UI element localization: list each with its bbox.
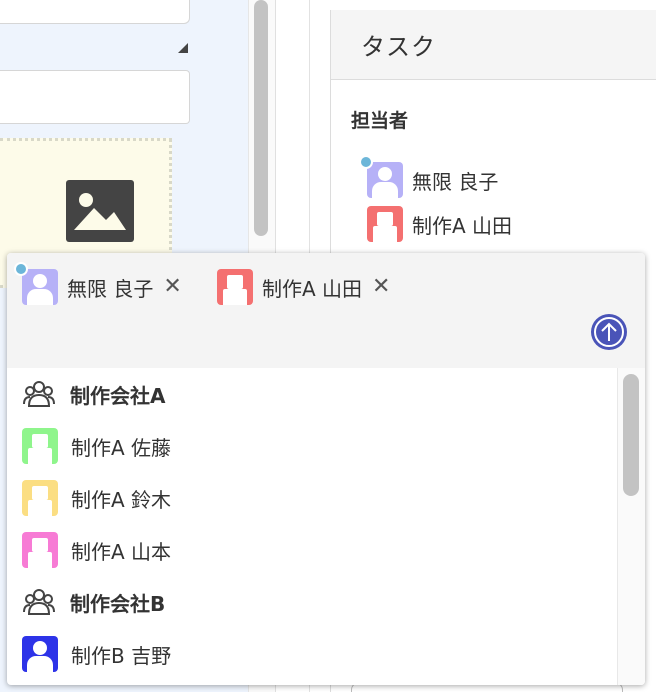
avatar (367, 206, 403, 242)
list-group-header[interactable]: 制作会社A (22, 374, 165, 414)
assignee-candidate-list: 制作会社A 制作A 佐藤 制作A 鈴木 制作A 山本 制作会社B 制作B 吉野 (7, 368, 617, 685)
group-name: 制作会社B (70, 591, 166, 616)
editor-scrollbar-thumb[interactable] (254, 0, 268, 236)
list-group-header[interactable]: 制作会社B (22, 582, 165, 622)
assignee-item[interactable]: 制作A 山田 (367, 206, 512, 242)
list-item[interactable]: 制作A 鈴木 (22, 478, 171, 518)
assignee-name: 無限 良子 (412, 169, 499, 194)
editor-input-box[interactable] (0, 70, 190, 124)
assignee-name: 制作A 山田 (412, 213, 513, 238)
editor-text-box[interactable] (0, 0, 190, 24)
avatar (217, 269, 253, 305)
assignee-label: 担当者 (351, 110, 409, 132)
avatar (22, 269, 58, 305)
avatar (367, 162, 403, 198)
user-name: 制作A 佐藤 (71, 435, 172, 460)
assignee-picker-popup: 無限 良子 ✕ 制作A 山田 ✕ 制作会社A 制作A 佐藤 制作A 鈴木 制作A… (7, 253, 645, 685)
group-icon (23, 381, 55, 407)
avatar (22, 428, 58, 464)
user-name: 制作A 山本 (71, 539, 172, 564)
selected-chip: 無限 良子 ✕ (14, 262, 182, 305)
picker-scrollbar-thumb[interactable] (623, 374, 639, 496)
selected-assignees-area[interactable]: 無限 良子 ✕ 制作A 山田 ✕ (7, 253, 645, 368)
submit-assignees-button[interactable] (591, 314, 627, 350)
list-item[interactable]: 制作A 佐藤 (22, 426, 171, 466)
selected-chip: 制作A 山田 ✕ (217, 269, 390, 305)
resize-handle-icon[interactable] (178, 43, 188, 53)
list-item[interactable]: 制作A 山本 (22, 530, 171, 570)
online-status-dot (359, 155, 373, 169)
selected-chip-name: 制作A 山田 (262, 276, 363, 301)
task-panel-header: タスク (331, 10, 656, 80)
online-status-dot (14, 262, 28, 276)
selected-chip-name: 無限 良子 (67, 276, 154, 301)
remove-chip-icon[interactable]: ✕ (372, 276, 390, 298)
group-name: 制作会社A (70, 383, 166, 408)
avatar (22, 636, 58, 672)
task-panel-title: タスク (361, 33, 436, 61)
remove-chip-icon[interactable]: ✕ (163, 276, 181, 298)
user-name: 制作B 吉野 (71, 643, 172, 668)
image-placeholder-icon (66, 180, 134, 242)
group-icon (23, 589, 55, 615)
user-name: 制作A 鈴木 (71, 487, 172, 512)
list-item[interactable]: 制作B 吉野 (22, 634, 171, 674)
assignee-item[interactable]: 無限 良子 (359, 155, 499, 198)
avatar (22, 480, 58, 516)
avatar (22, 532, 58, 568)
arrow-up-icon (601, 322, 617, 341)
